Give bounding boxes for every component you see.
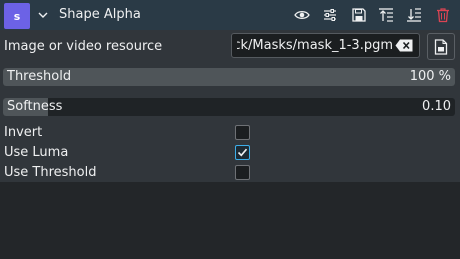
effect-title: Shape Alpha — [59, 7, 141, 22]
softness-label: Softness — [7, 99, 63, 114]
open-file-button[interactable] — [427, 33, 455, 60]
resource-path-input[interactable]: ck/Masks/mask_1-3.pgm — [231, 33, 420, 58]
use-threshold-checkbox[interactable] — [235, 165, 250, 180]
checkmark-icon — [237, 148, 248, 157]
effect-badge: s — [4, 3, 30, 29]
move-up-icon[interactable] — [378, 7, 394, 23]
threshold-value: 100 % — [409, 69, 451, 84]
threshold-label: Threshold — [7, 69, 72, 84]
use-threshold-label: Use Threshold — [4, 165, 97, 180]
softness-slider[interactable]: Softness 0.10 — [3, 98, 455, 116]
invert-label: Invert — [4, 125, 43, 140]
effect-panel: s Shape Alpha Image or video resource ck… — [0, 0, 460, 182]
settings-sliders-icon[interactable] — [322, 7, 338, 23]
resource-label: Image or video resource — [4, 39, 163, 54]
delete-icon[interactable] — [435, 7, 451, 23]
threshold-slider[interactable]: Threshold 100 % — [3, 68, 455, 86]
save-icon[interactable] — [351, 7, 367, 23]
document-open-icon — [434, 39, 448, 55]
move-down-icon[interactable] — [406, 7, 422, 23]
invert-checkbox[interactable] — [235, 125, 250, 140]
softness-value: 0.10 — [422, 99, 451, 114]
chevron-down-icon[interactable] — [37, 9, 49, 21]
resource-path-text: ck/Masks/mask_1-3.pgm — [237, 38, 393, 53]
use-luma-checkbox[interactable] — [235, 145, 250, 160]
eye-icon[interactable] — [294, 7, 310, 23]
effect-header: s Shape Alpha — [0, 0, 460, 30]
clear-text-icon[interactable] — [395, 39, 413, 52]
use-luma-label: Use Luma — [4, 145, 69, 160]
